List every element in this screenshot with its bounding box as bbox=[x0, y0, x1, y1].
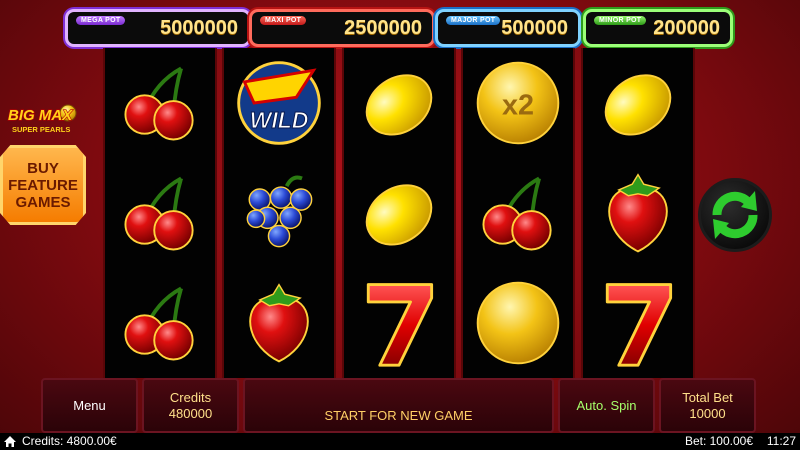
reel-1-cell-2 bbox=[105, 158, 215, 268]
reel-4-cell-2 bbox=[463, 158, 573, 268]
lemon-icon bbox=[365, 184, 433, 246]
x2-coin-icon: x2 bbox=[476, 61, 560, 145]
reel-5 bbox=[581, 48, 695, 378]
reel-2: WILD bbox=[222, 48, 336, 378]
cherry-icon bbox=[124, 66, 194, 141]
reel-3-cell-1 bbox=[344, 48, 454, 158]
reel-4-cell-3 bbox=[463, 268, 573, 378]
reel-2-cell-2 bbox=[224, 158, 334, 268]
multiplier-text: x2 bbox=[502, 90, 534, 122]
reel-1 bbox=[103, 48, 217, 378]
auto-spin-button[interactable]: Auto. Spin bbox=[558, 378, 655, 433]
minor-pot-label: MINOR POT bbox=[594, 16, 647, 25]
reel-4-cell-1: x2 bbox=[463, 48, 573, 158]
seven-icon bbox=[366, 283, 434, 367]
lemon-icon bbox=[604, 74, 672, 136]
status-clock: 11:27 bbox=[766, 434, 796, 448]
minor-pot-display: MINOR POT 200000 bbox=[586, 12, 730, 44]
reel-1-cell-1 bbox=[105, 48, 215, 158]
seven-icon bbox=[605, 283, 673, 367]
mega-pot-display: MEGA POT 5000000 bbox=[68, 12, 248, 44]
major-pot-label: MAJOR POT bbox=[446, 16, 501, 25]
gold-coin-icon bbox=[476, 281, 560, 365]
strawberry-icon bbox=[608, 173, 668, 253]
reel-3-cell-3 bbox=[344, 268, 454, 378]
buy-feature-line1: BUY bbox=[27, 159, 59, 177]
cherry-icon bbox=[482, 176, 552, 251]
buy-feature-line2: FEATURE bbox=[8, 176, 78, 194]
status-bar: Credits: 4800.00€ Bet: 100.00€ 11:27 bbox=[0, 433, 800, 450]
major-pot-value: 500000 bbox=[501, 17, 568, 39]
cherry-icon bbox=[124, 286, 194, 361]
home-icon[interactable] bbox=[3, 435, 17, 448]
reels-grid: WILD x2 bbox=[103, 48, 696, 378]
logo-title: BIG MAX bbox=[8, 107, 73, 124]
menu-button[interactable]: Menu bbox=[41, 378, 138, 433]
menu-label: Menu bbox=[73, 397, 106, 413]
reel-5-cell-1 bbox=[583, 48, 693, 158]
lemon-icon bbox=[365, 74, 433, 136]
auto-spin-label: Auto. Spin bbox=[576, 397, 637, 413]
start-button[interactable]: START FOR NEW GAME bbox=[243, 378, 554, 433]
cherry-icon bbox=[124, 176, 194, 251]
status-credits: Credits: 4800.00€ bbox=[22, 434, 117, 448]
total-bet-value: 10000 bbox=[689, 405, 726, 421]
logo-subtitle: SUPER PEARLS bbox=[12, 125, 70, 134]
grapes-icon bbox=[246, 175, 313, 248]
buy-feature-games-button[interactable]: BUY FEATURE GAMES bbox=[0, 145, 86, 225]
mega-pot-label: MEGA POT bbox=[76, 16, 126, 25]
maxi-pot-label: MAXI POT bbox=[260, 16, 307, 25]
total-bet-label: Total Bet bbox=[682, 389, 733, 405]
credits-label: Credits bbox=[169, 389, 212, 405]
mega-pot-value: 5000000 bbox=[160, 17, 238, 39]
maxi-pot-display: MAXI POT 2500000 bbox=[252, 12, 432, 44]
reel-1-cell-3 bbox=[105, 268, 215, 378]
wild-icon: WILD bbox=[237, 61, 321, 145]
reel-5-cell-3 bbox=[583, 268, 693, 378]
wild-text: WILD bbox=[250, 107, 309, 133]
strawberry-icon bbox=[249, 283, 309, 363]
spin-button[interactable] bbox=[698, 178, 772, 252]
reel-2-cell-3 bbox=[224, 268, 334, 378]
credits-value: 480000 bbox=[168, 405, 213, 421]
minor-pot-value: 200000 bbox=[653, 17, 720, 39]
refresh-arrows-icon bbox=[712, 191, 758, 239]
reel-5-cell-2 bbox=[583, 158, 693, 268]
major-pot-display: MAJOR POT 500000 bbox=[438, 12, 578, 44]
credits-display: Credits 480000 bbox=[142, 378, 239, 433]
status-bet: Bet: 100.00€ bbox=[684, 434, 753, 448]
reel-2-cell-1: WILD bbox=[224, 48, 334, 158]
maxi-pot-value: 2500000 bbox=[344, 17, 422, 39]
buy-feature-line3: GAMES bbox=[15, 193, 71, 211]
reel-3-cell-2 bbox=[344, 158, 454, 268]
total-bet-button[interactable]: Total Bet 10000 bbox=[659, 378, 756, 433]
reel-3 bbox=[342, 48, 456, 378]
reel-4: x2 bbox=[461, 48, 575, 378]
start-label: START FOR NEW GAME bbox=[324, 407, 473, 423]
big-max-logo: BIG MAX SUPER PEARLS bbox=[7, 104, 77, 134]
